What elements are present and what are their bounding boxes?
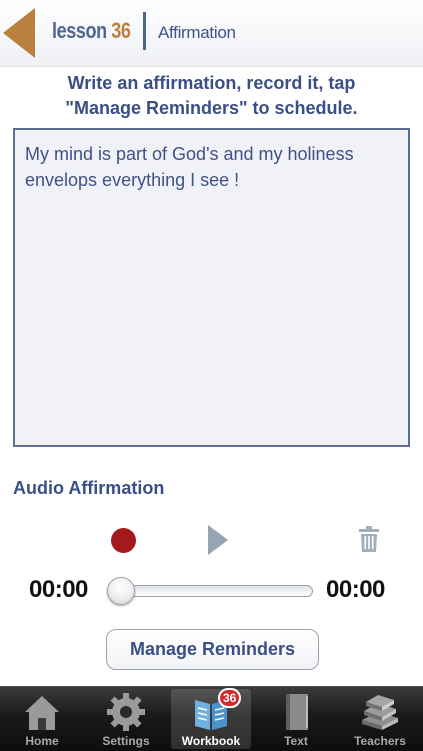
gear-icon bbox=[107, 693, 145, 731]
tab-home[interactable]: Home bbox=[2, 689, 82, 749]
back-button[interactable] bbox=[3, 6, 37, 60]
audio-progress-slider[interactable] bbox=[117, 585, 313, 597]
instructions-line-1: Write an affirmation, record it, tap bbox=[67, 73, 356, 93]
top-header: lesson 36 Affirmation bbox=[0, 0, 423, 67]
lesson-brand: lesson 36 bbox=[52, 18, 131, 44]
elapsed-time: 00:00 bbox=[29, 576, 88, 603]
tab-label-teachers: Teachers bbox=[354, 734, 406, 748]
home-icon bbox=[25, 696, 59, 730]
tab-label-home: Home bbox=[25, 734, 59, 748]
book-icon bbox=[286, 694, 308, 730]
brand-word: lesson bbox=[52, 18, 107, 43]
trash-icon bbox=[359, 526, 379, 552]
back-arrow-icon bbox=[3, 8, 35, 58]
affirmation-text-area[interactable]: My mind is part of God's and my holiness… bbox=[13, 128, 410, 447]
page-title: Affirmation bbox=[158, 23, 236, 42]
tab-label-settings: Settings bbox=[102, 734, 150, 748]
tab-label-text: Text bbox=[284, 734, 308, 748]
tab-text[interactable]: Text bbox=[256, 689, 336, 749]
tab-label-workbook: Workbook bbox=[181, 734, 241, 748]
record-button[interactable] bbox=[111, 528, 136, 553]
audio-affirmation-heading: Audio Affirmation bbox=[13, 478, 165, 498]
instructions-line-2: "Manage Reminders" to schedule. bbox=[65, 98, 358, 118]
manage-reminders-button[interactable]: Manage Reminders bbox=[106, 629, 319, 670]
books-stack-icon bbox=[362, 695, 398, 730]
play-button[interactable] bbox=[208, 525, 228, 555]
slider-thumb[interactable] bbox=[107, 577, 135, 605]
tab-workbook[interactable]: 36 Workbook bbox=[171, 688, 251, 749]
instructions: Write an affirmation, record it, tap "Ma… bbox=[0, 71, 423, 121]
total-duration: 00:00 bbox=[326, 576, 385, 603]
delete-recording-button[interactable] bbox=[359, 526, 379, 552]
lesson-number: 36 bbox=[111, 18, 131, 43]
header-divider bbox=[143, 12, 146, 50]
tab-teachers[interactable]: Teachers bbox=[340, 689, 420, 749]
workbook-badge: 36 bbox=[218, 688, 242, 708]
tab-bar: Home Settings 36 Workbook Text Teachers bbox=[0, 686, 423, 751]
tab-settings[interactable]: Settings bbox=[86, 689, 166, 749]
